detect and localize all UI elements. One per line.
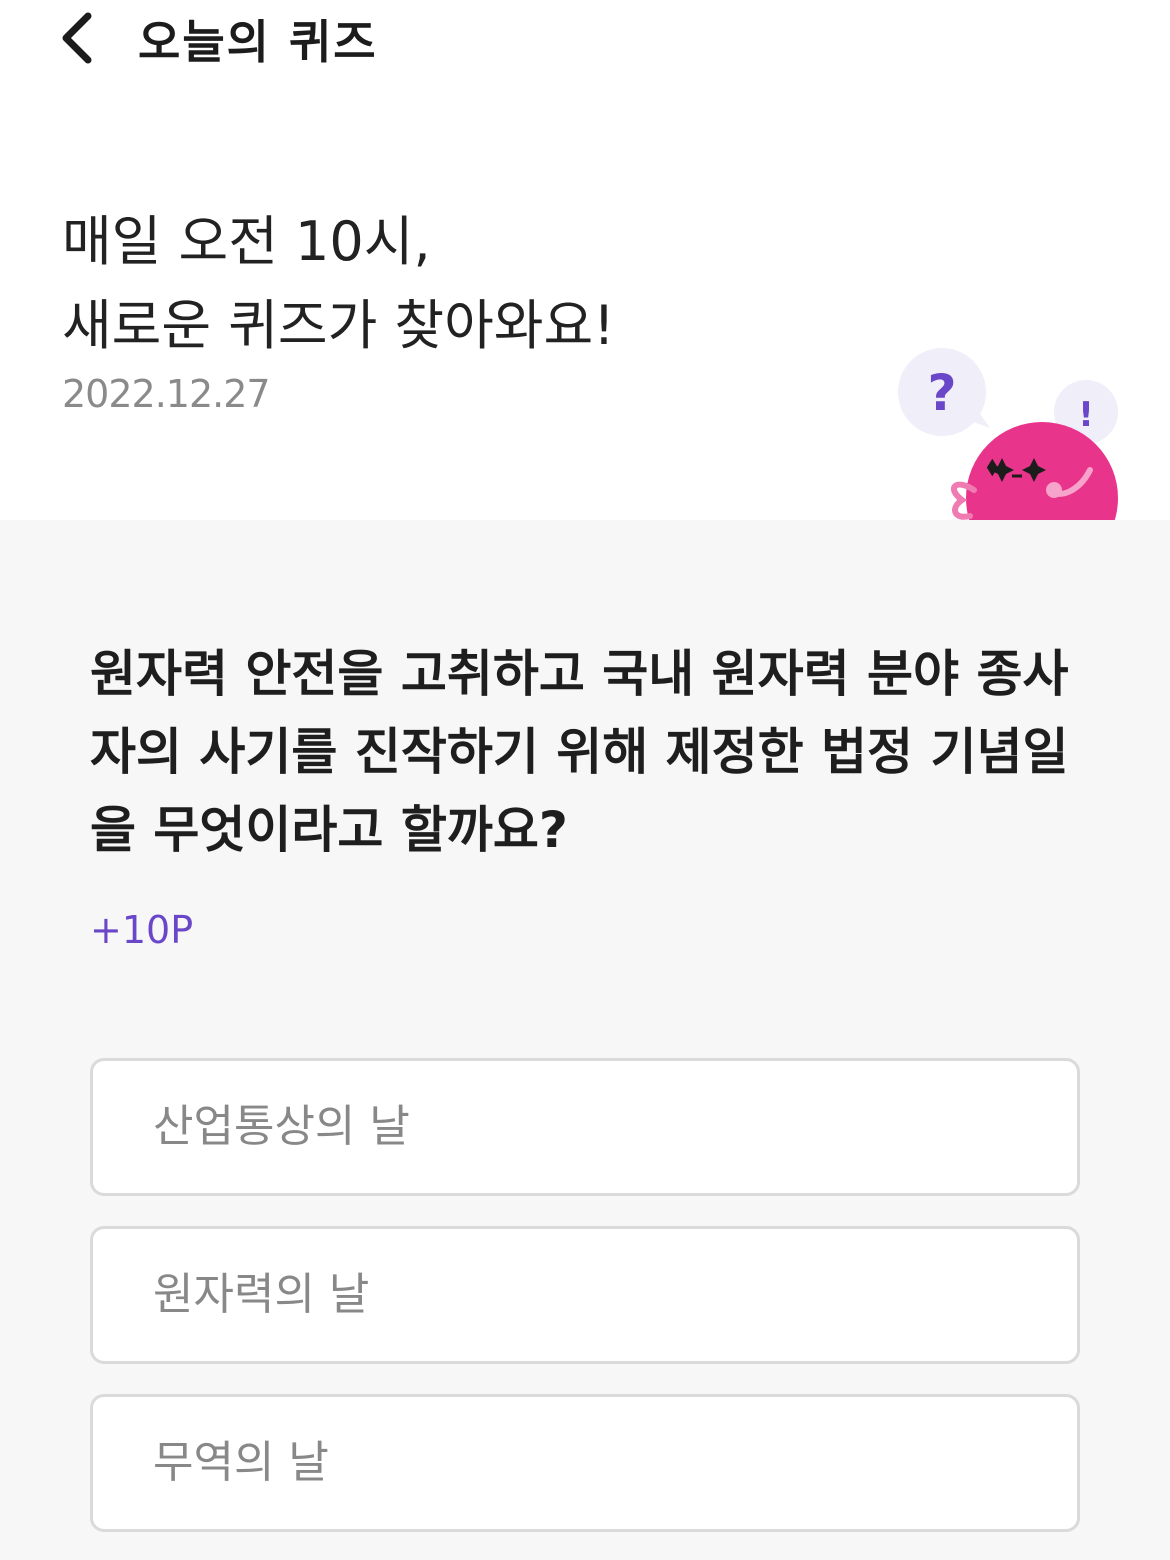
answer-option-label: 산업통상의 날 xyxy=(153,1101,410,1152)
reward-points: +10P xyxy=(90,908,194,952)
back-button[interactable] xyxy=(52,4,108,68)
exclamation-mark: ! xyxy=(1078,395,1094,435)
question-line: 자의 사기를 진작하기 위해 제정한 법정 기념일 xyxy=(90,723,1069,781)
intro-line-2: 새로운 퀴즈가 찾아와요! xyxy=(62,294,615,357)
page-title: 오늘의 퀴즈 xyxy=(138,15,378,69)
question-line: 을 무엇이라고 할까요? xyxy=(90,801,568,859)
quiz-question: 원자력 안전을 고취하고 국내 원자력 분야 종사 자의 사기를 진작하기 위해… xyxy=(90,635,1080,869)
intro-headline: 매일 오전 10시, 새로운 퀴즈가 찾아와요! xyxy=(62,200,615,368)
answer-option-label: 원자력의 날 xyxy=(153,1269,370,1320)
answer-option-label: 무역의 날 xyxy=(153,1437,329,1488)
answer-option[interactable]: 원자력의 날 xyxy=(90,1226,1080,1364)
answer-option[interactable]: 산업통상의 날 xyxy=(90,1058,1080,1196)
intro-line-1: 매일 오전 10시, xyxy=(62,210,431,273)
app-header: 오늘의 퀴즈 xyxy=(0,0,1170,75)
top-section: 오늘의 퀴즈 매일 오전 10시, 새로운 퀴즈가 찾아와요! 2022.12.… xyxy=(0,0,1170,520)
question-line: 원자력 안전을 고취하고 국내 원자력 분야 종사 xyxy=(90,645,1069,703)
quiz-mascot-illustration: ? ! xyxy=(890,340,1130,520)
chevron-left-icon xyxy=(62,12,92,64)
question-mark: ? xyxy=(927,364,956,422)
quiz-date: 2022.12.27 xyxy=(62,372,271,416)
question-bubble-icon: ? xyxy=(898,348,990,436)
answer-options: 산업통상의 날 원자력의 날 무역의 날 xyxy=(90,1058,1080,1560)
answer-option[interactable]: 무역의 날 xyxy=(90,1394,1080,1532)
